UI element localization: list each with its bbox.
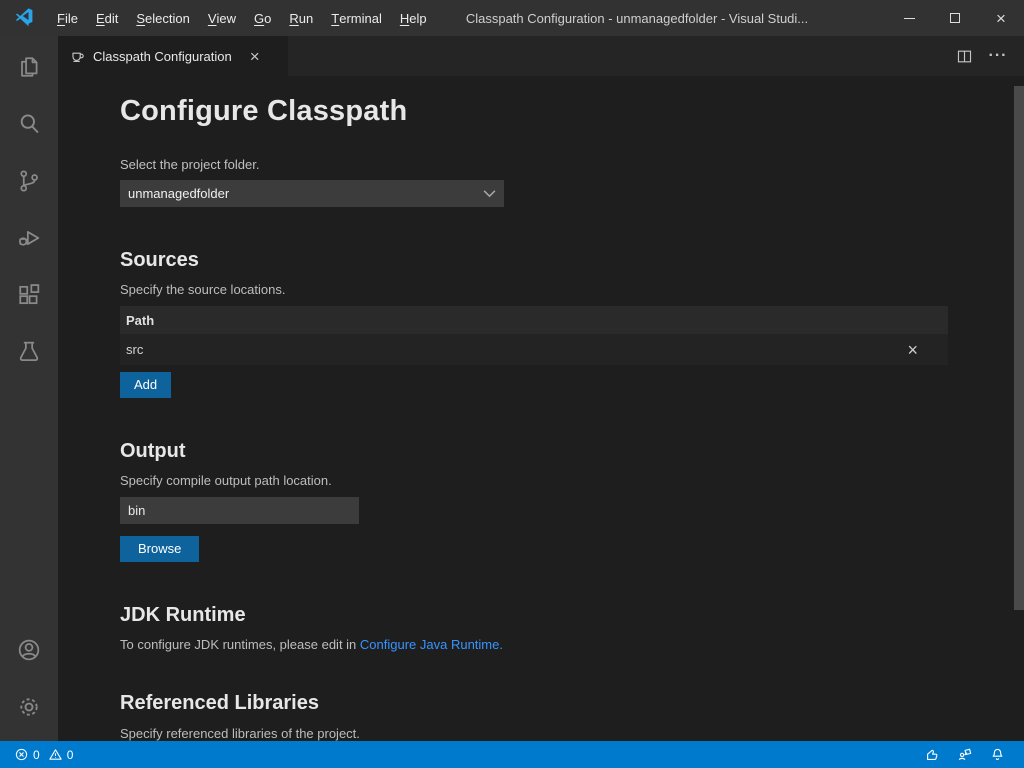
status-bar: 0 0 (0, 741, 1024, 768)
sources-table: Path src × (120, 306, 948, 365)
warnings-count: 0 (67, 748, 74, 762)
chevron-down-icon (483, 187, 496, 200)
tab-bar: Classpath Configuration × ··· (58, 36, 1024, 76)
browse-button[interactable]: Browse (120, 536, 199, 562)
referenced-libraries-heading: Referenced Libraries (120, 690, 1024, 716)
source-path-value: src (126, 342, 143, 357)
errors-icon (14, 747, 29, 762)
more-actions-icon[interactable]: ··· (986, 44, 1010, 68)
live-share-person-icon[interactable] (948, 741, 981, 768)
explorer-icon[interactable] (0, 41, 58, 93)
vscode-logo-icon (14, 7, 36, 29)
menubar: File Edit Selection View Go Run Terminal… (48, 0, 436, 36)
jdk-runtime-heading: JDK Runtime (120, 602, 1024, 628)
search-icon[interactable] (0, 98, 58, 150)
close-window-button[interactable]: × (978, 0, 1024, 36)
configure-java-runtime-link[interactable]: Configure Java Runtime. (360, 637, 503, 652)
feedback-thumbs-up-icon[interactable] (915, 741, 948, 768)
notifications-bell-icon[interactable] (981, 741, 1014, 768)
menu-run[interactable]: Run (280, 0, 322, 36)
split-editor-icon[interactable] (952, 44, 976, 68)
jdk-runtime-text: To configure JDK runtimes, please edit i… (120, 636, 1024, 654)
activity-bar (0, 36, 58, 741)
status-bar-right (915, 741, 1014, 768)
menu-go[interactable]: Go (245, 0, 280, 36)
path-column-header: Path (126, 313, 154, 328)
problems-indicator[interactable]: 0 0 (10, 741, 81, 768)
jdk-runtime-text-before: To configure JDK runtimes, please edit i… (120, 637, 360, 652)
minimize-button[interactable] (886, 0, 932, 36)
menu-edit[interactable]: Edit (87, 0, 127, 36)
run-debug-icon[interactable] (0, 212, 58, 264)
testing-icon[interactable] (0, 326, 58, 378)
remove-source-icon[interactable]: × (907, 341, 918, 359)
output-description: Specify compile output path location. (120, 472, 1024, 490)
source-control-icon[interactable] (0, 155, 58, 207)
add-source-button[interactable]: Add (120, 372, 171, 398)
classpath-configuration-page: Configure Classpath Select the project f… (58, 76, 1024, 741)
sources-table-header: Path (120, 306, 948, 334)
extensions-icon[interactable] (0, 269, 58, 321)
project-folder-select[interactable]: unmanagedfolder (120, 180, 504, 207)
scrollbar-track (1014, 76, 1024, 741)
menu-terminal[interactable]: Terminal (322, 0, 391, 36)
tab-close-icon[interactable]: × (246, 47, 264, 66)
warnings-icon (48, 747, 63, 762)
maximize-icon (950, 13, 960, 23)
menu-view[interactable]: View (199, 0, 245, 36)
maximize-button[interactable] (932, 0, 978, 36)
editor-area: Classpath Configuration × ··· Configure … (58, 36, 1024, 741)
project-folder-label: Select the project folder. (120, 156, 1024, 174)
titlebar: File Edit Selection View Go Run Terminal… (0, 0, 1024, 36)
account-icon[interactable] (0, 624, 58, 676)
window-controls: × (886, 0, 1024, 36)
sources-description: Specify the source locations. (120, 281, 1024, 299)
menu-file[interactable]: File (48, 0, 87, 36)
close-icon: × (996, 10, 1006, 27)
tab-label: Classpath Configuration (93, 49, 232, 64)
project-folder-selected-value: unmanagedfolder (128, 186, 483, 201)
page-title: Configure Classpath (120, 92, 1024, 130)
scrollbar-thumb[interactable] (1014, 86, 1024, 610)
minimize-icon (904, 18, 915, 19)
output-heading: Output (120, 438, 1024, 464)
output-path-input[interactable] (120, 497, 359, 524)
tab-classpath-configuration[interactable]: Classpath Configuration × (58, 36, 288, 76)
java-cup-icon (70, 48, 86, 64)
source-row-src[interactable]: src × (120, 334, 948, 365)
sources-heading: Sources (120, 247, 1024, 273)
settings-gear-icon[interactable] (0, 681, 58, 733)
menu-help[interactable]: Help (391, 0, 436, 36)
referenced-libraries-description: Specify referenced libraries of the proj… (120, 725, 1024, 741)
editor-actions: ··· (952, 44, 1024, 68)
menu-selection[interactable]: Selection (127, 0, 198, 36)
errors-count: 0 (33, 748, 40, 762)
